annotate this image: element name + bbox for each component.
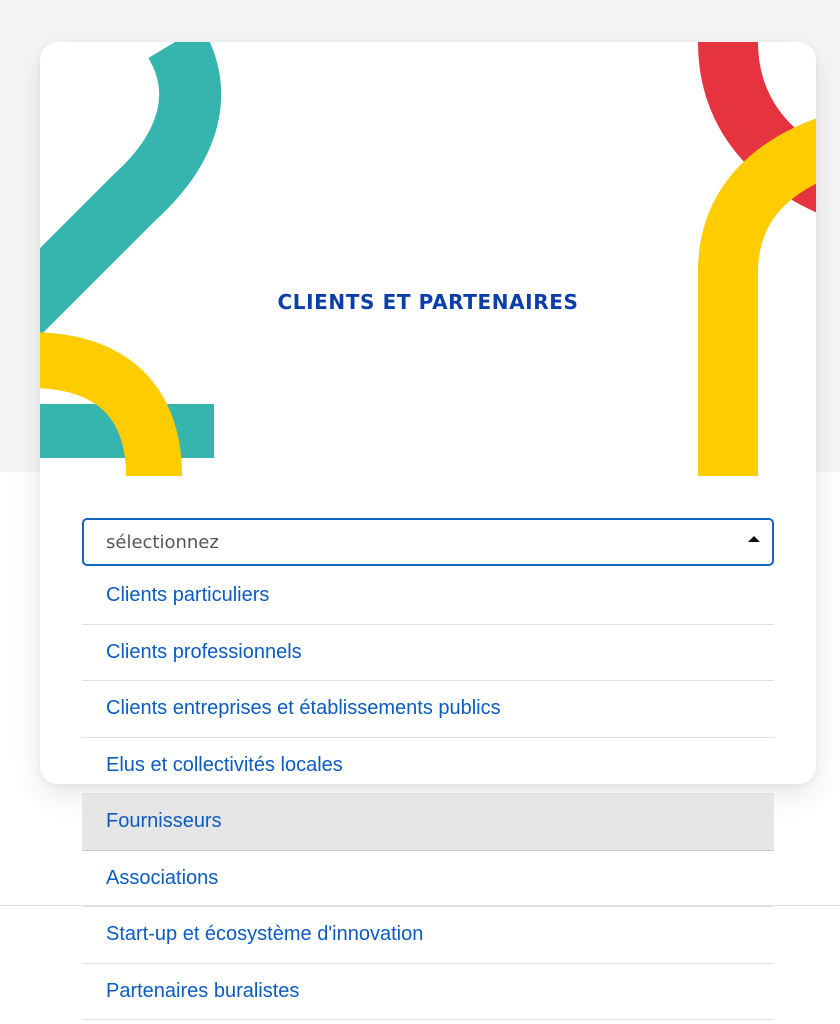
audience-select[interactable]: sélectionnez — [82, 518, 774, 566]
option-clients-particuliers[interactable]: Clients particuliers — [82, 568, 774, 625]
card-title: CLIENTS ET PARTENAIRES — [277, 290, 579, 314]
select-options-list: Clients particuliers Clients professionn… — [82, 568, 774, 1020]
caret-up-icon[interactable] — [748, 536, 760, 542]
option-partenaires-buralistes[interactable]: Partenaires buralistes — [82, 964, 774, 1020]
option-associations[interactable]: Associations — [82, 851, 774, 907]
option-clients-entreprises[interactable]: Clients entreprises et établissements pu… — [82, 681, 774, 738]
teal-ribbon — [40, 42, 222, 334]
select-placeholder: sélectionnez — [106, 531, 219, 553]
option-clients-professionnels[interactable]: Clients professionnels — [82, 625, 774, 681]
option-fournisseurs[interactable]: Fournisseurs — [82, 794, 774, 851]
option-start-up[interactable]: Start-up et écosystème d'innovation — [82, 907, 774, 964]
option-elus-collectivites[interactable]: Elus et collectivités locales — [82, 738, 774, 794]
